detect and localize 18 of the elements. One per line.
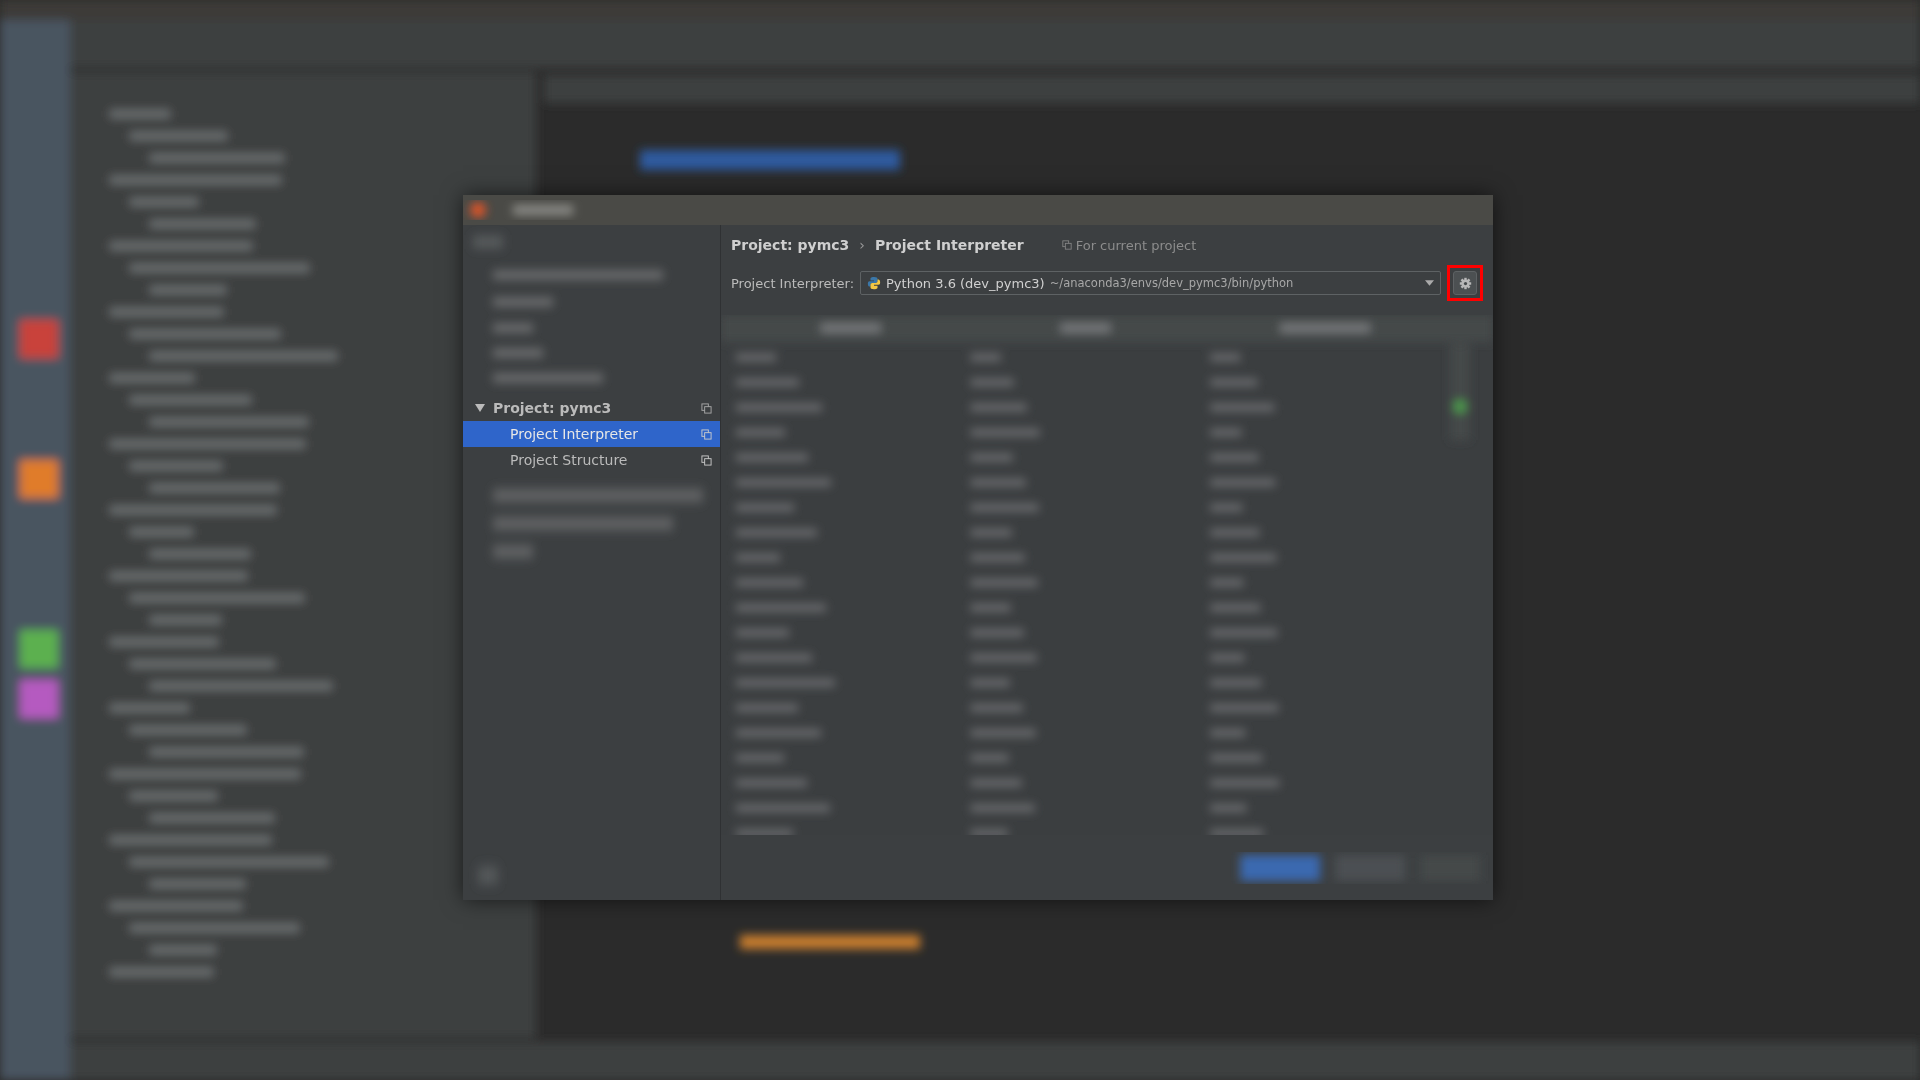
copy-icon <box>701 454 712 466</box>
copy-icon <box>701 428 712 440</box>
copy-icon <box>701 402 712 414</box>
breadcrumb-item: Project: pymc3 <box>731 237 850 253</box>
python-logo-icon <box>867 276 882 290</box>
settings-button[interactable] <box>1453 271 1477 295</box>
copy-icon <box>1061 240 1072 250</box>
breadcrumb-item: Project Interpreter <box>874 237 1024 253</box>
settings-icon <box>1458 276 1472 290</box>
caret-icon <box>1425 280 1434 286</box>
sidebar-item[interactable]: Project Structure <box>463 447 720 473</box>
sidebar-item[interactable]: Project: pymc3 <box>463 395 720 421</box>
expand-arrow-icon[interactable] <box>475 403 485 413</box>
interpreter-dropdown[interactable]: Python 3.6 (dev_pymc3) ~/anaconda3/envs/dev_pymc3/bin/python <box>860 271 1441 295</box>
breadcrumb-separator: › <box>859 237 865 253</box>
sidebar-item[interactable]: Project Interpreter <box>463 421 720 447</box>
interpreter-label: Project Interpreter: <box>731 275 855 291</box>
scope-note: For current project <box>1075 237 1197 253</box>
